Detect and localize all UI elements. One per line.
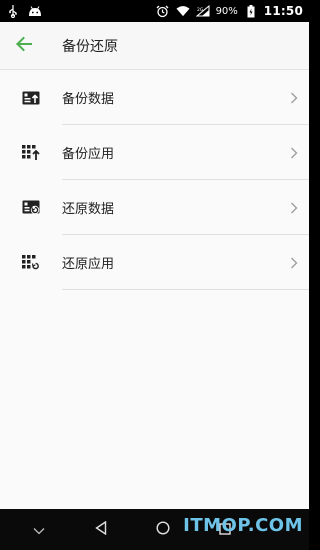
menu-item-restore-data[interactable]: 还原数据 [0, 180, 309, 235]
hide-keyboard-button[interactable] [8, 509, 70, 550]
status-bar: 2G 90% 11:50 [0, 0, 309, 22]
menu-item-restore-apps[interactable]: 还原应用 [0, 235, 309, 290]
restore-apps-icon [0, 235, 62, 290]
signal-icon: 2G [195, 4, 210, 18]
page-title: 备份还原 [62, 38, 118, 55]
menu-item-label: 还原数据 [62, 202, 115, 217]
app-bar: 备份还原 [0, 22, 309, 70]
arrow-left-icon [15, 36, 33, 56]
backup-apps-icon [0, 125, 62, 180]
menu-item-label: 还原应用 [62, 257, 115, 272]
back-triangle-icon [95, 520, 107, 539]
back-button[interactable] [0, 22, 48, 70]
chevron-right-icon [279, 92, 309, 104]
battery-percent: 90% [215, 5, 238, 17]
menu-item-backup-data[interactable]: 备份数据 [0, 70, 309, 125]
nav-back-button[interactable] [70, 509, 132, 550]
wifi-icon [176, 4, 190, 18]
chevron-right-icon [279, 202, 309, 214]
chevron-right-icon [279, 257, 309, 269]
chevron-down-icon [33, 520, 45, 539]
divider [62, 289, 309, 290]
alarm-icon [156, 4, 170, 18]
menu-item-label: 备份应用 [62, 147, 115, 162]
menu-item-backup-apps[interactable]: 备份应用 [0, 125, 309, 180]
status-time: 11:50 [263, 4, 303, 18]
chevron-right-icon [279, 147, 309, 159]
menu-item-label: 备份数据 [62, 92, 115, 107]
watermark-text: ITMOP.COM [183, 515, 303, 536]
battery-icon [244, 4, 258, 18]
home-circle-icon [156, 520, 170, 539]
backup-data-icon [0, 70, 62, 125]
navigation-bar: ITMOP.COM [0, 509, 309, 550]
menu-list: 备份数据 备份应用 还原数据 还原应用 [0, 70, 309, 509]
svg-text:2G: 2G [197, 7, 204, 13]
restore-data-icon [0, 180, 62, 235]
usb-icon [6, 4, 20, 18]
android-icon [28, 4, 42, 18]
